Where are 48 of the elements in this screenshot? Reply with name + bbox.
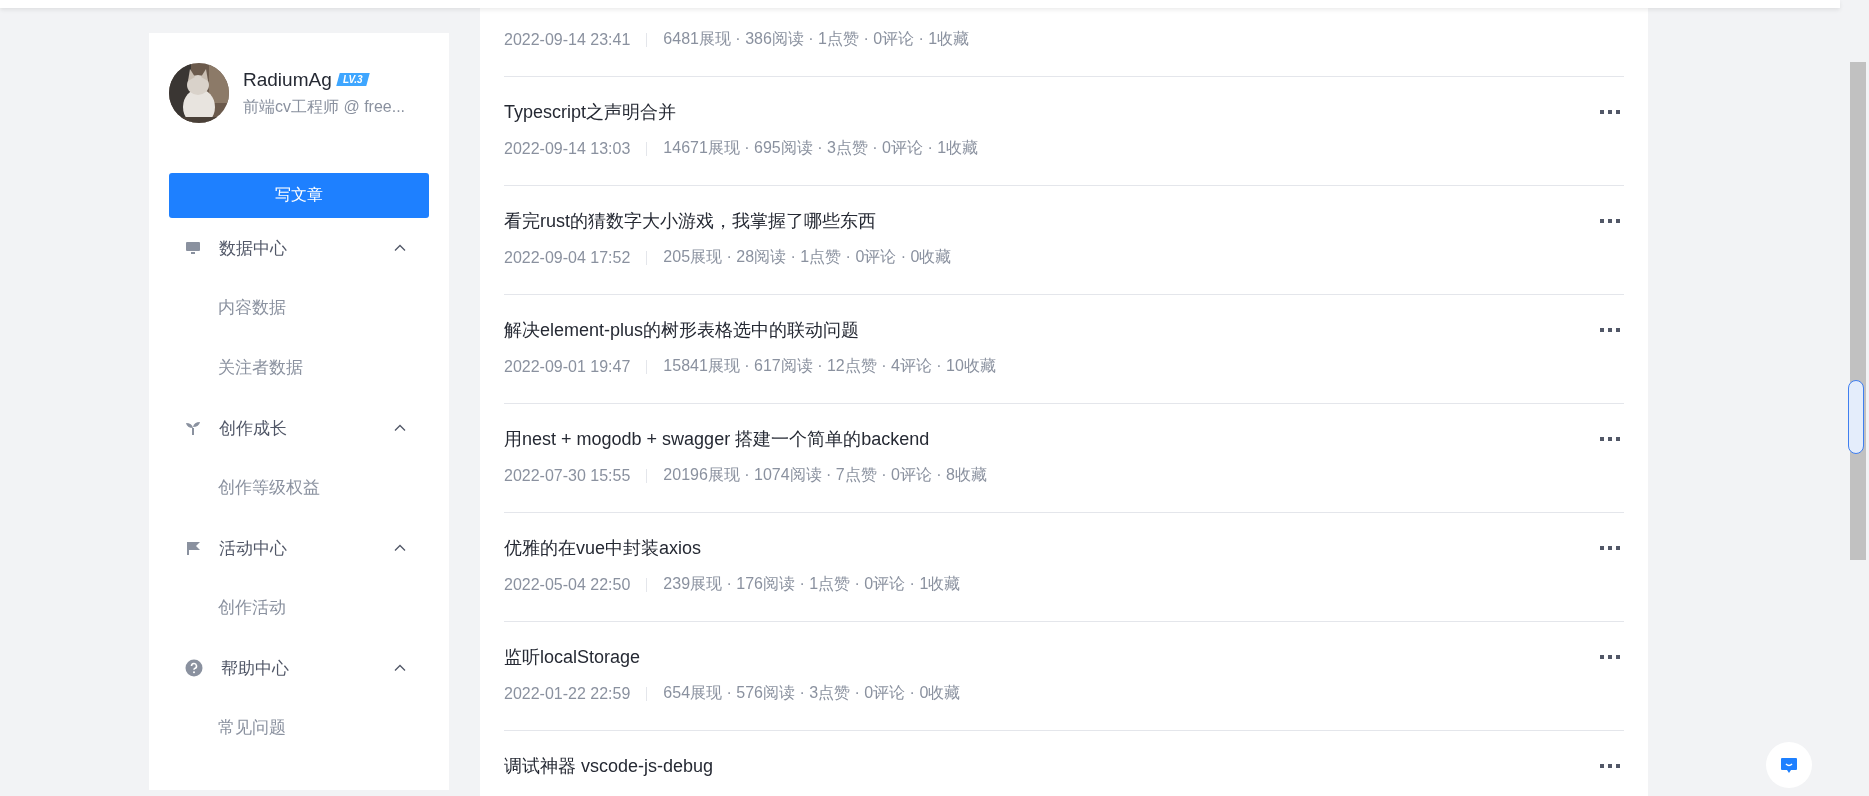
more-icon[interactable] bbox=[1600, 437, 1620, 441]
menu-group-label: 活动中心 bbox=[219, 537, 288, 560]
level-badge: LV.3 bbox=[336, 73, 370, 86]
more-icon[interactable] bbox=[1600, 655, 1620, 659]
menu-group-header[interactable]: 帮助中心 bbox=[169, 638, 429, 698]
more-icon[interactable] bbox=[1600, 546, 1620, 550]
article-stats: 239展现 · 176阅读 · 1点赞 · 0评论 · 1收藏 bbox=[663, 574, 961, 594]
article-date: 2022-09-04 17:52 bbox=[504, 250, 648, 265]
menu-group-header[interactable]: 数据中心 bbox=[169, 218, 429, 278]
user-bio: 前端cv工程师 @ free... bbox=[243, 96, 406, 117]
article-date: 2022-05-04 22:50 bbox=[504, 577, 648, 592]
more-icon[interactable] bbox=[1600, 764, 1620, 768]
monitor-icon bbox=[185, 240, 201, 256]
scrollbar[interactable] bbox=[1850, 62, 1866, 560]
chat-icon bbox=[1779, 755, 1799, 775]
more-icon[interactable] bbox=[1600, 219, 1620, 223]
article-stats: 654展现 · 576阅读 · 3点赞 · 0评论 · 0收藏 bbox=[663, 683, 961, 703]
article-stats: 20196展现 · 1074阅读 · 7点赞 · 0评论 · 8收藏 bbox=[663, 465, 987, 485]
more-icon[interactable] bbox=[1600, 110, 1620, 114]
more-icon[interactable] bbox=[1600, 328, 1620, 332]
article-stats: 15841展现 · 617阅读 · 12点赞 · 4评论 · 10收藏 bbox=[663, 356, 996, 376]
chat-button[interactable] bbox=[1766, 742, 1812, 788]
menu-group-label: 帮助中心 bbox=[221, 657, 290, 680]
article-stats: 14671展现 · 695阅读 · 3点赞 · 0评论 · 1收藏 bbox=[663, 138, 979, 158]
article-title[interactable]: 调试神器 vscode-js-debug bbox=[504, 754, 714, 778]
article-title[interactable]: 用nest + mogodb + swagger 搭建一个简单的backend bbox=[504, 427, 930, 451]
user-name: RadiumAg bbox=[243, 68, 332, 91]
article-date: 2022-09-01 19:47 bbox=[504, 359, 648, 374]
article-title[interactable]: Typescript之声明合并 bbox=[504, 100, 677, 124]
write-article-button[interactable]: 写文章 bbox=[169, 173, 429, 218]
article-date: 2022-09-14 13:03 bbox=[504, 141, 648, 156]
menu-group-label: 创作成长 bbox=[219, 417, 288, 440]
article-date: 2022-09-14 23:41 bbox=[504, 32, 648, 47]
article-date: 2022-07-30 15:55 bbox=[504, 468, 648, 483]
article-title[interactable]: 监听localStorage bbox=[504, 645, 641, 669]
article-stats: 6481展现 · 386阅读 · 1点赞 · 0评论 · 1收藏 bbox=[663, 29, 970, 49]
menu-group-label: 数据中心 bbox=[219, 237, 288, 260]
menu-group-header[interactable]: 创作成长 bbox=[169, 398, 429, 458]
article-title[interactable]: 解决element-plus的树形表格选中的联动问题 bbox=[504, 318, 860, 342]
help-icon bbox=[185, 659, 203, 677]
flag-icon bbox=[185, 540, 201, 556]
menu-group-header[interactable]: 活动中心 bbox=[169, 518, 429, 578]
article-title[interactable]: 看完rust的猜数字大小游戏，我掌握了哪些东西 bbox=[504, 209, 876, 233]
scroll-thumb[interactable] bbox=[1848, 380, 1864, 454]
article-title[interactable]: 优雅的在vue中封装axios bbox=[504, 536, 702, 560]
sprout-icon bbox=[185, 420, 201, 436]
article-stats: 205展现 · 28阅读 · 1点赞 · 0评论 · 0收藏 bbox=[663, 247, 952, 267]
article-date: 2022-01-22 22:59 bbox=[504, 686, 648, 701]
